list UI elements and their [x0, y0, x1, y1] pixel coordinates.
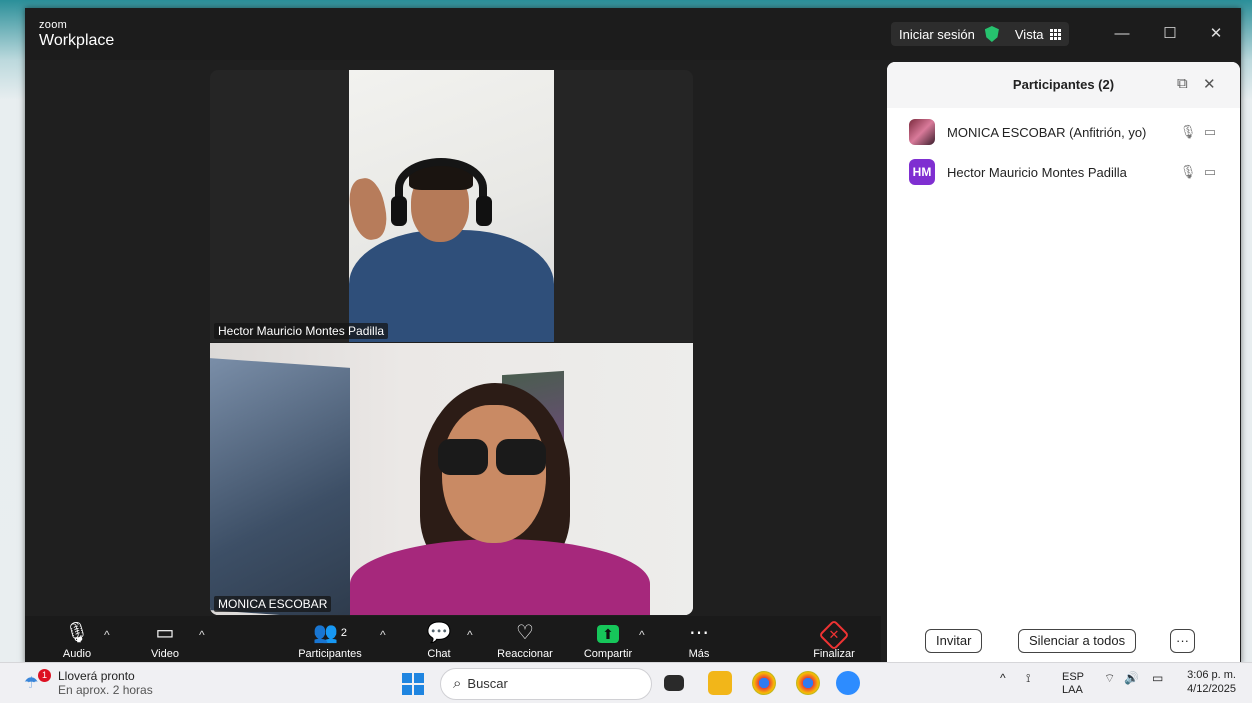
minimize-button[interactable]: —: [1107, 20, 1137, 48]
wall-painting: [210, 358, 350, 615]
zoom-window: zoom Workplace Iniciar sesión Vista — ☐ …: [25, 8, 1241, 664]
time: 3:06 p. m.: [1187, 669, 1236, 681]
participant-name: Hector Mauricio Montes Padilla: [947, 164, 1127, 180]
video-camera-icon: ▭: [155, 622, 175, 644]
chat-bubble-icon: 💬: [426, 622, 452, 644]
file-explorer-icon[interactable]: [708, 671, 732, 695]
wifi-icon[interactable]: ⌔: [1104, 671, 1115, 686]
invite-button[interactable]: Invitar: [925, 629, 983, 653]
video-button[interactable]: ▭ Video: [143, 620, 187, 660]
video-tile-monica[interactable]: MONICA ESCOBAR: [210, 343, 693, 615]
chat-label: Chat: [427, 648, 451, 660]
audio-label: Audio: [62, 648, 92, 660]
search-placeholder: Buscar: [467, 676, 508, 691]
microphone-icon[interactable]: 🎙: [1177, 164, 1199, 180]
microphone-icon[interactable]: 🎙: [1177, 124, 1199, 140]
close-window-button[interactable]: ✕: [1201, 20, 1231, 48]
video-options-caret[interactable]: ^: [199, 628, 205, 642]
react-button[interactable]: ♡ Reaccionar: [487, 620, 563, 660]
more-options-button[interactable]: ···: [1170, 629, 1195, 653]
participants-panel: Participantes (2) ⧉ ✕ MONICA ESCOBAR (An…: [887, 62, 1240, 664]
people-icon: 👥: [312, 622, 338, 644]
avatar: HM: [909, 159, 935, 185]
chrome-icon[interactable]: [752, 671, 776, 695]
panel-header: Participantes (2) ⧉ ✕: [887, 62, 1240, 108]
participant-name-label: MONICA ESCOBAR: [214, 596, 332, 612]
close-panel-icon[interactable]: ✕: [1203, 75, 1216, 93]
lang-bottom: LAA: [1062, 684, 1083, 696]
brand-small: zoom: [39, 19, 68, 31]
share-button[interactable]: ⬆ Compartir: [575, 620, 641, 660]
share-arrow-icon: ⬆: [597, 625, 619, 643]
video-feed-hector: [349, 70, 554, 342]
task-view-icon[interactable]: [664, 675, 684, 691]
participant-name-label: Hector Mauricio Montes Padilla: [214, 323, 389, 339]
avatar: [909, 119, 935, 145]
participants-button[interactable]: 👥 2 Participantes: [291, 620, 369, 660]
windows-start-icon[interactable]: [402, 673, 424, 695]
meeting-toolbar: 🎙 Audio ^ ▭ Video ^ 👥 2 Participantes ^ 💬…: [25, 616, 881, 664]
more-label: Más: [688, 648, 710, 660]
login-button[interactable]: Iniciar sesión: [899, 27, 975, 42]
clock[interactable]: 3:06 p. m. 4/12/2025: [1187, 668, 1236, 696]
video-tile-hector[interactable]: Hector Mauricio Montes Padilla: [210, 70, 693, 342]
video-camera-icon[interactable]: ▭: [1199, 124, 1221, 140]
weather-widget[interactable]: ☂ 1 Lloverá pronto En aprox. 2 horas: [24, 669, 153, 697]
share-label: Compartir: [583, 648, 633, 660]
lang-top: ESP: [1062, 671, 1085, 683]
share-options-caret[interactable]: ^: [639, 628, 645, 642]
participant-row[interactable]: HM Hector Mauricio Montes Padilla 🎙 ▭: [909, 158, 1221, 186]
chrome-profile-icon[interactable]: [796, 671, 820, 695]
video-stage: Hector Mauricio Montes Padilla MONICA ES…: [25, 60, 881, 616]
end-label: Finalizar: [813, 648, 855, 660]
shield-check-icon: [984, 26, 999, 42]
participant-name: MONICA ESCOBAR (Anfitrión, yo): [947, 124, 1147, 140]
participants-options-caret[interactable]: ^: [380, 628, 386, 642]
heart-icon: ♡: [516, 622, 534, 644]
chat-button[interactable]: 💬 Chat: [421, 620, 457, 660]
windows-taskbar: ☂ 1 Lloverá pronto En aprox. 2 horas ⌕ Bu…: [0, 662, 1252, 703]
zoom-logo: zoom Workplace: [39, 20, 114, 49]
microphone-icon: 🎙: [64, 622, 90, 644]
view-button[interactable]: Vista: [1015, 27, 1061, 42]
weather-title: Lloverá pronto: [58, 669, 135, 683]
grid-icon: [1049, 28, 1061, 40]
end-x-icon: ✕: [818, 619, 850, 651]
participants-label: Participantes: [298, 648, 362, 660]
date: 4/12/2025: [1187, 683, 1236, 695]
mute-all-button[interactable]: Silenciar a todos: [1018, 629, 1137, 653]
panel-footer: Invitar Silenciar a todos ···: [887, 618, 1240, 664]
weather-subtitle: En aprox. 2 horas: [58, 683, 153, 697]
audio-options-caret[interactable]: ^: [104, 628, 110, 642]
view-label: Vista: [1014, 26, 1044, 42]
chat-options-caret[interactable]: ^: [467, 628, 473, 642]
zoom-app-icon[interactable]: [836, 671, 860, 695]
video-camera-icon[interactable]: ▭: [1199, 164, 1221, 180]
notification-badge: 1: [38, 669, 51, 682]
participant-row[interactable]: MONICA ESCOBAR (Anfitrión, yo) 🎙 ▭: [909, 118, 1221, 146]
tray-overflow-icon[interactable]: ^: [1000, 671, 1006, 685]
search-icon: ⌕: [453, 675, 462, 692]
more-dots-icon: ⋯: [689, 622, 709, 644]
more-button[interactable]: ⋯ Más: [677, 620, 721, 660]
audio-button[interactable]: 🎙 Audio: [55, 620, 99, 660]
popout-icon[interactable]: ⧉: [1177, 75, 1188, 92]
volume-icon[interactable]: 🔊: [1124, 671, 1139, 685]
maximize-button[interactable]: ☐: [1155, 20, 1185, 48]
login-area[interactable]: Iniciar sesión Vista: [891, 22, 1069, 46]
video-label: Video: [151, 648, 179, 660]
react-label: Reaccionar: [497, 648, 553, 660]
brand-large: Workplace: [39, 32, 115, 49]
taskbar-search[interactable]: ⌕ Buscar: [440, 668, 652, 700]
battery-icon[interactable]: ▭: [1152, 671, 1163, 685]
title-bar: zoom Workplace Iniciar sesión Vista — ☐ …: [25, 8, 1241, 60]
language-indicator[interactable]: ESP LAA: [1062, 671, 1084, 697]
network-location-icon[interactable]: ⟟: [1026, 671, 1030, 686]
participants-count: 2: [340, 627, 348, 639]
umbrella-icon: ☂: [24, 675, 39, 692]
end-meeting-button[interactable]: ✕ Finalizar: [805, 619, 863, 660]
